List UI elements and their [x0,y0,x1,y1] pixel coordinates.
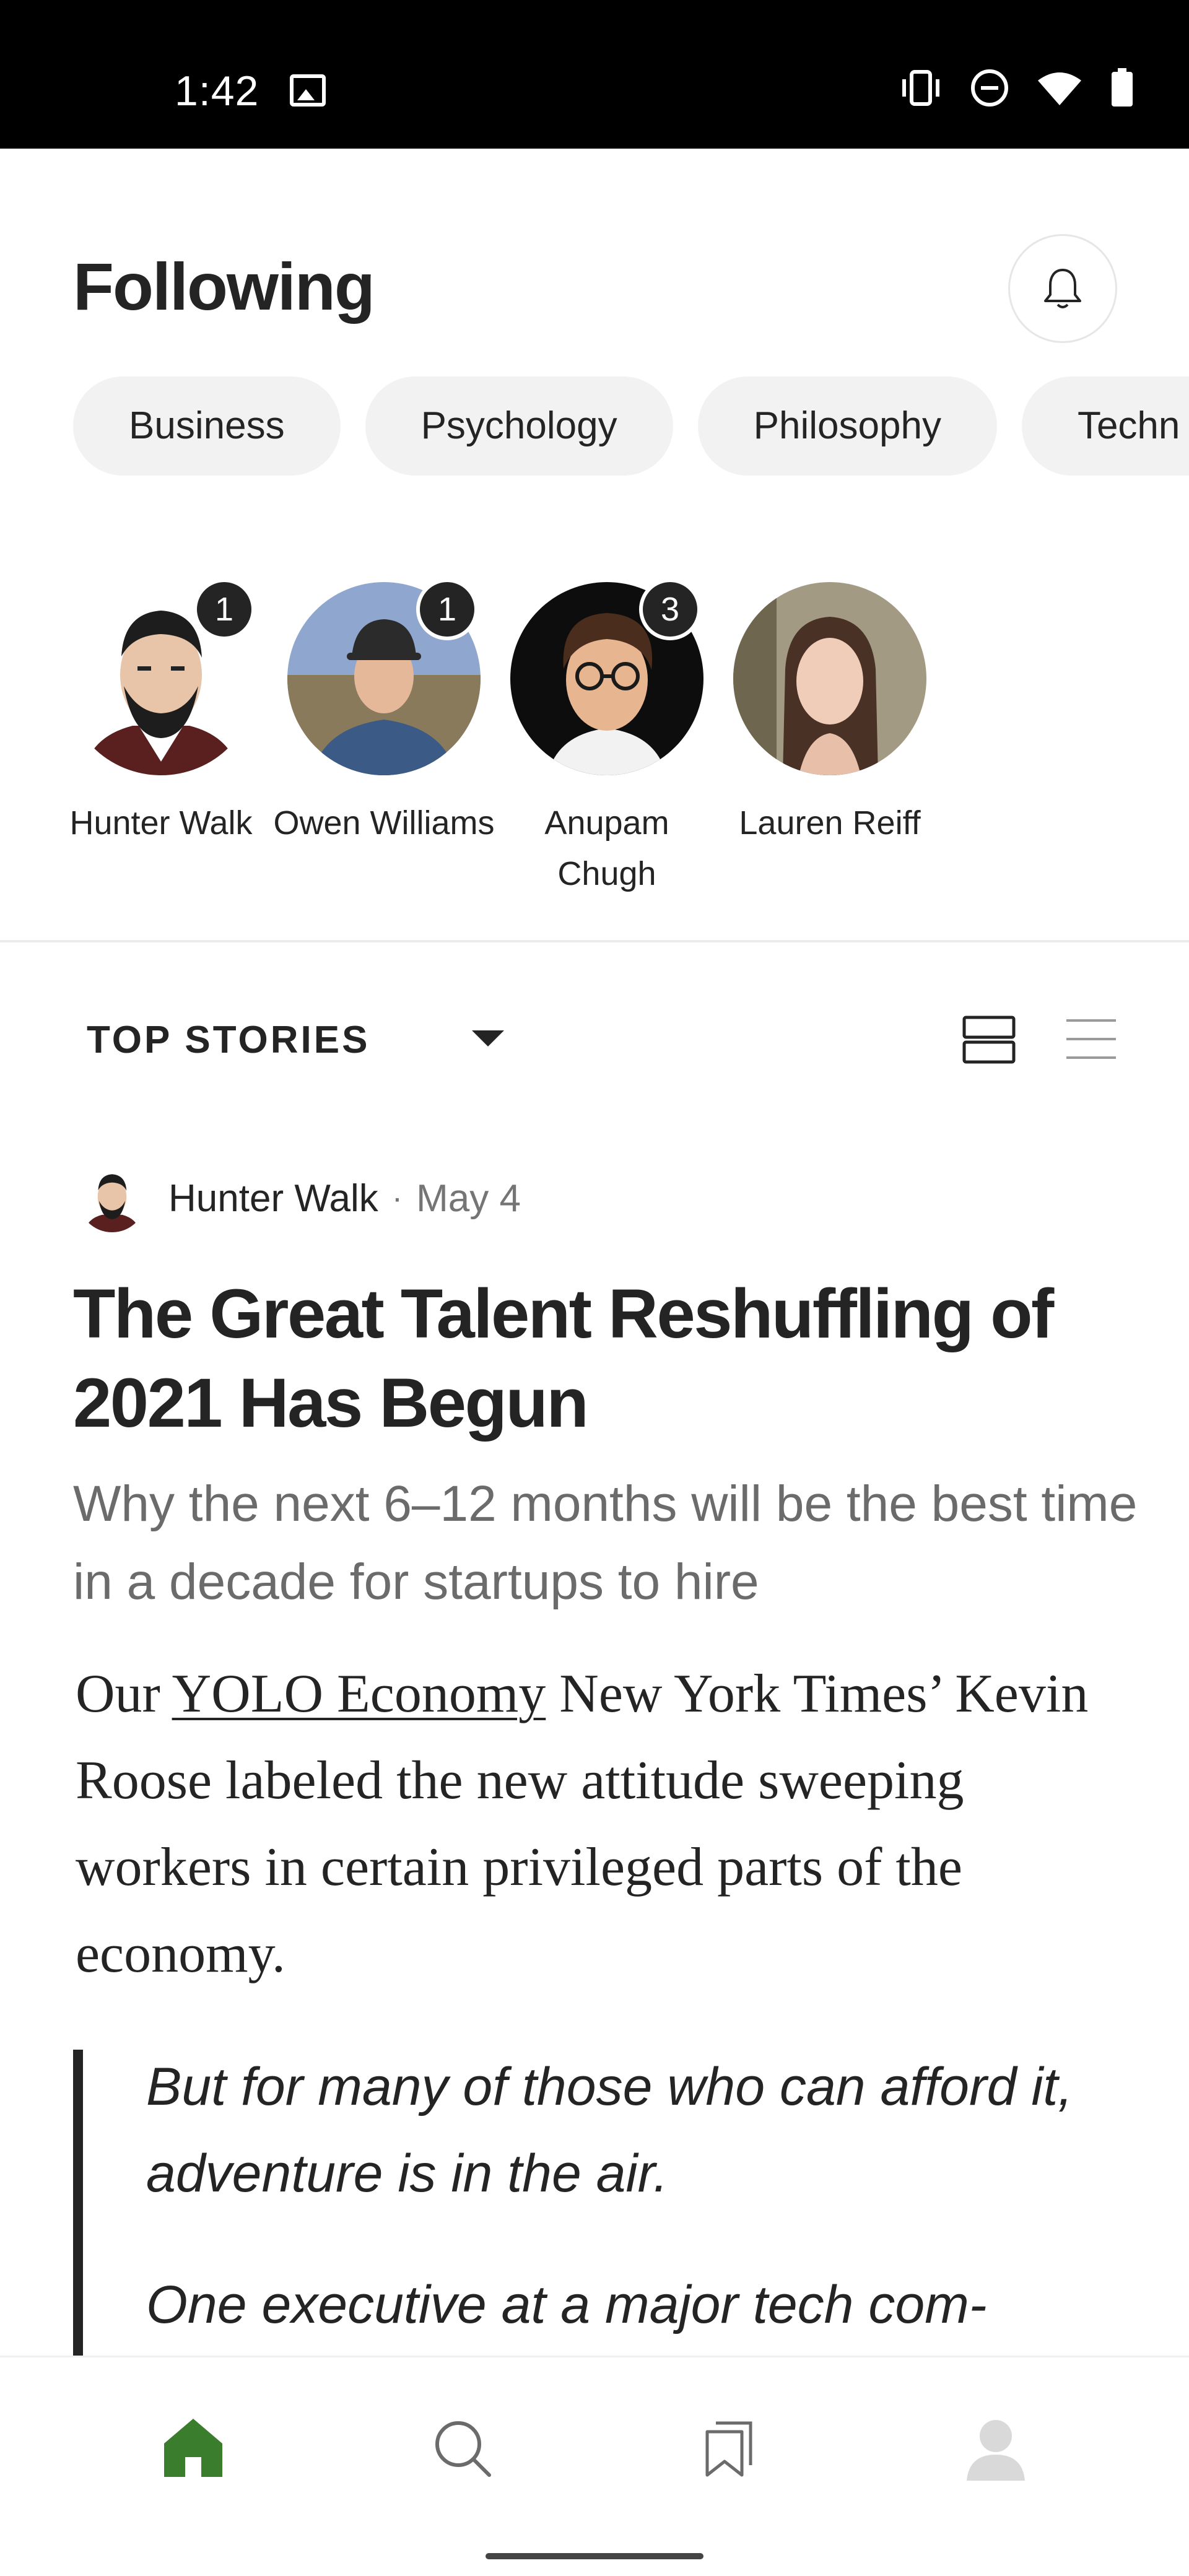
author-name[interactable]: Hunter Walk [168,1177,378,1221]
following-name: Owen Williams [273,804,495,842]
nav-search-button[interactable] [425,2411,499,2485]
topic-chip-psychology[interactable]: Psychology [365,376,673,476]
vibrate-icon [902,70,939,106]
article-subtitle[interactable]: Why the next 6–12 months will be the bes… [73,1465,1138,1621]
topic-chip-philosophy[interactable]: Philosophy [697,376,997,476]
profile-icon [967,2420,1025,2481]
article-byline: Hunter Walk · May 4 [78,1164,521,1232]
image-notification-icon [290,74,326,107]
following-name: Anupam Chugh [544,804,669,892]
status-icons [899,68,1135,108]
article-title[interactable]: The Great Talent Reshuffling of 2021 Has… [73,1269,1138,1448]
new-stories-badge: 1 [416,578,478,640]
nav-profile-button[interactable] [959,2411,1033,2485]
section-divider [0,940,1189,942]
following-name: Hunter Walk [69,804,253,842]
topic-chip-business[interactable]: Business [73,376,341,476]
list-view-icon[interactable] [1065,1017,1117,1061]
bookmarks-icon [705,2421,752,2477]
following-list: 1 Hunter Walk 1 Owen Williams 3 Anupam C… [50,578,941,899]
bell-icon [1044,269,1081,308]
byline-separator: · [391,1180,403,1216]
post-date: May 4 [416,1177,521,1220]
do-not-disturb-icon [971,69,1008,107]
card-view-icon[interactable] [962,1016,1016,1064]
following-item-owen-williams[interactable]: 1 Owen Williams [272,578,495,899]
nav-home-button[interactable] [156,2411,230,2485]
status-bar: 1:42 [0,0,1189,149]
wifi-icon [1038,72,1081,105]
new-stories-badge: 1 [193,578,255,640]
following-name: Lauren Reiff [739,804,921,842]
home-icon [164,2419,222,2477]
body-text: Our [76,1664,172,1724]
bottom-navigation [0,2356,1189,2576]
body-link[interactable]: YOLO Economy [172,1664,546,1724]
following-item-lauren-reiff[interactable]: Lauren Reiff [718,582,941,899]
article-body[interactable]: Our YOLO Economy New York Times’ Kevin R… [76,1651,1128,1998]
blockquote-bar [73,2050,83,2359]
blockquote-text: One executive at a major tech com- [146,2275,987,2334]
new-stories-badge: 3 [639,578,701,640]
nav-bookmarks-button[interactable] [692,2411,767,2485]
topic-chips: Business Psychology Philosophy Techn [73,376,1189,476]
search-icon [435,2421,491,2477]
feed-sort-selector[interactable]: TOP STORIES [87,1018,370,1062]
gesture-home-indicator[interactable] [486,2553,703,2559]
following-item-hunter-walk[interactable]: 1 Hunter Walk [50,578,272,899]
battery-icon [1112,68,1133,107]
topic-chip-technology[interactable]: Techn [1021,376,1189,476]
following-item-anupam-chugh[interactable]: 3 Anupam Chugh [495,578,718,899]
notifications-button[interactable] [1008,234,1117,343]
page-title: Following [73,249,375,324]
avatar [733,582,926,775]
blockquote-text: But for many of those who can afford it,… [146,2057,1073,2203]
caret-down-icon[interactable] [472,1030,504,1046]
status-time: 1:42 [175,67,259,115]
author-avatar[interactable] [78,1164,146,1232]
